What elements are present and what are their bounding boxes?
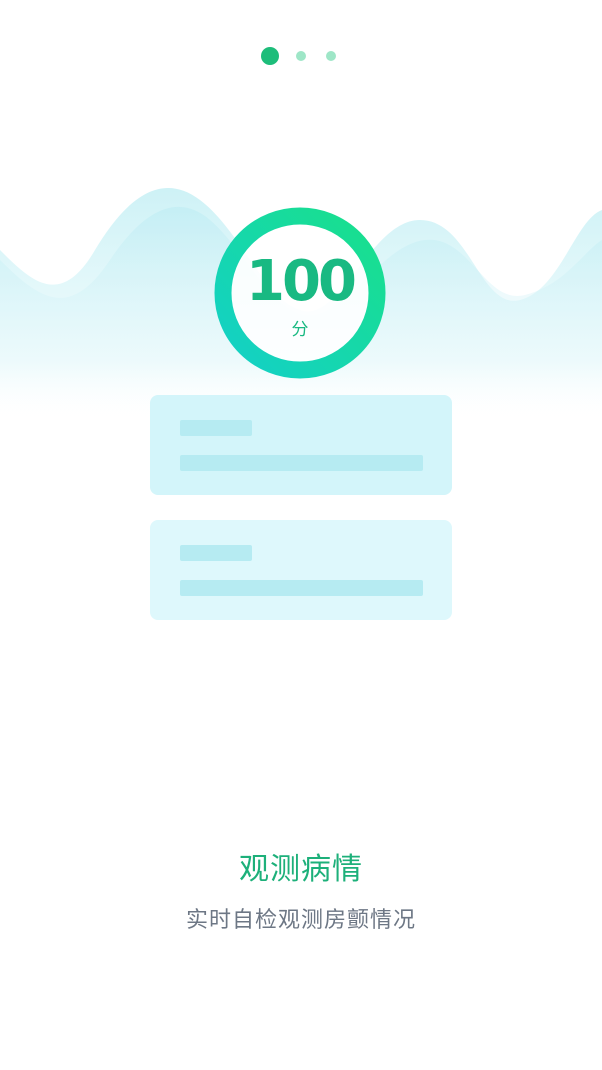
skeleton-line	[180, 455, 423, 471]
score-unit: 分	[291, 320, 309, 340]
skeleton-card	[150, 395, 452, 495]
skeleton-card	[150, 520, 452, 620]
page-dot-active[interactable]	[261, 47, 279, 65]
skeleton-line	[180, 580, 423, 596]
page-indicator	[0, 46, 602, 66]
page-dot[interactable]	[326, 51, 336, 61]
page-dot[interactable]	[296, 51, 306, 61]
onboarding-title: 观测病情	[239, 852, 363, 887]
score-value: 100	[246, 249, 357, 314]
onboarding-subtitle: 实时自检观测房颤情况	[185, 908, 416, 933]
skeleton-line	[180, 420, 252, 436]
skeleton-line	[180, 545, 252, 561]
